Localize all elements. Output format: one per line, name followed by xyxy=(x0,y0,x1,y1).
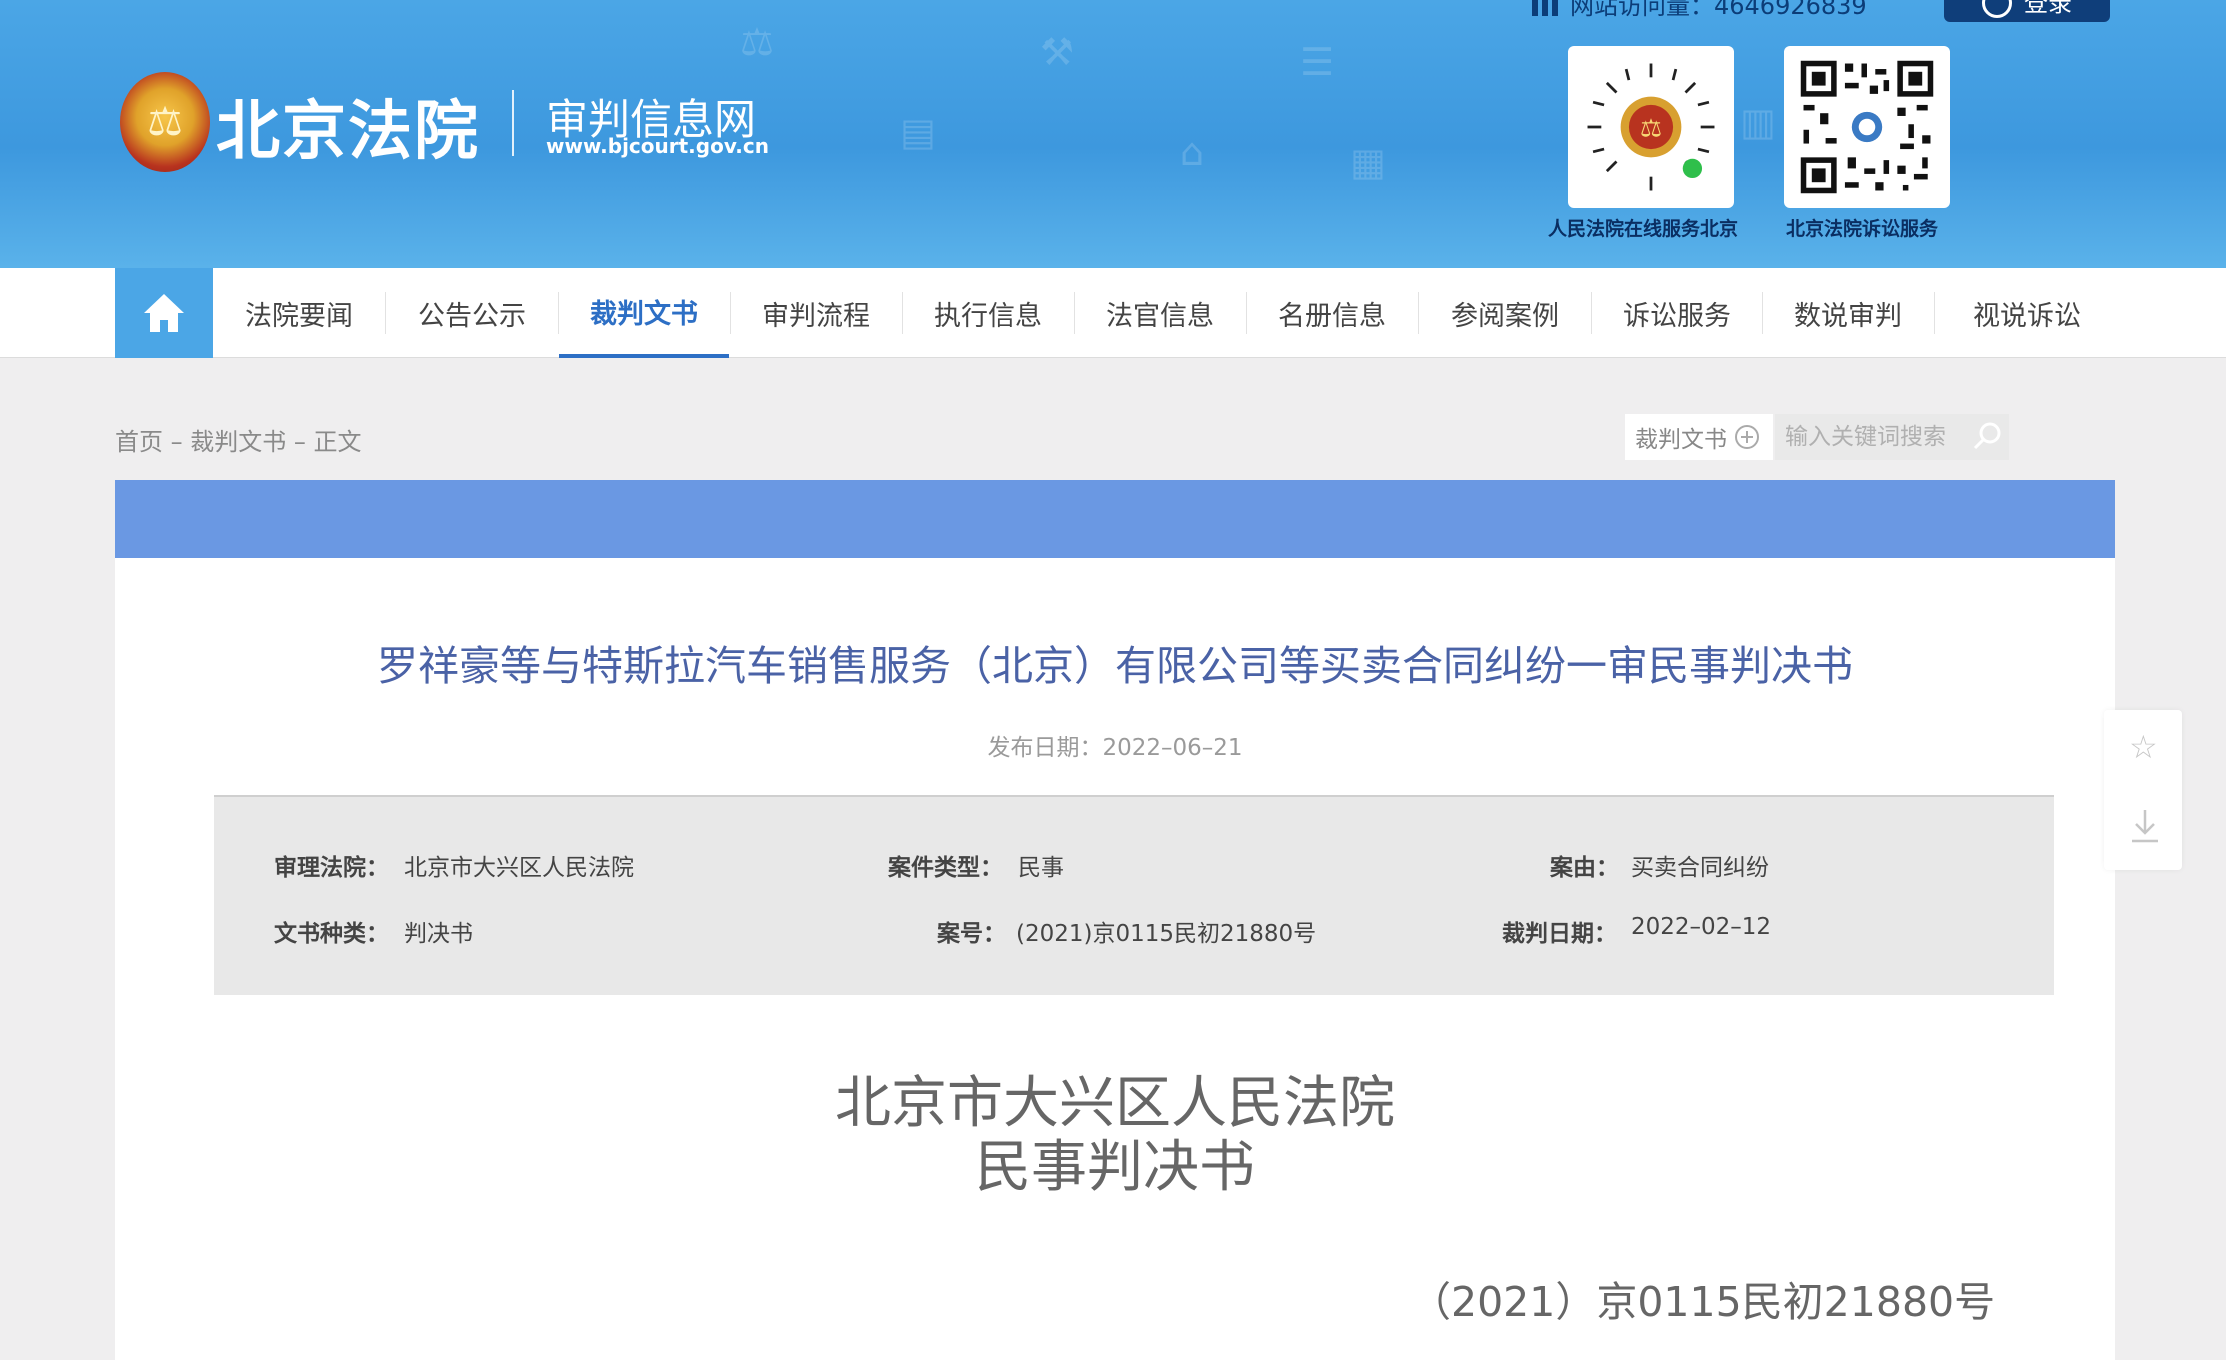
user-icon xyxy=(1982,0,2012,18)
court-label: 审理法院： xyxy=(274,855,389,881)
document-type-heading: 民事判决书 xyxy=(975,1135,1255,1200)
breadcrumb[interactable]: 首页 – 裁判文书 – 正文 xyxy=(115,422,362,457)
search-category-label: 裁判文书 xyxy=(1635,427,1727,453)
home-icon xyxy=(144,294,184,332)
nav-item-trial-process[interactable]: 审判流程 xyxy=(731,268,901,358)
bar-chart-icon xyxy=(1532,0,1558,16)
case-type-label: 案件类型： xyxy=(888,855,1003,881)
nav-item-judges[interactable]: 法官信息 xyxy=(1075,268,1245,358)
court-value: 北京市大兴区人民法院 xyxy=(404,855,634,881)
download-icon[interactable] xyxy=(2130,808,2160,844)
wechat-mini-program-code-icon: ⚖ xyxy=(1584,60,1718,194)
nav-item-reference-cases[interactable]: 参阅案例 xyxy=(1419,268,1591,358)
visit-counter: 网站访问量：4646926839 xyxy=(1532,0,1867,21)
cause-value: 买卖合同纠纷 xyxy=(1631,855,1769,881)
gavel-icon: ⚒ xyxy=(1040,30,1075,74)
publish-date: 发布日期：2022–06–21 xyxy=(987,735,1243,761)
home-button[interactable] xyxy=(115,268,213,358)
nav-item-judgments[interactable]: 裁判文书 xyxy=(559,268,729,358)
case-number: （2021）京0115民初21880号 xyxy=(1410,1278,1996,1326)
nav-item-court-news[interactable]: 法院要闻 xyxy=(213,268,385,358)
login-button[interactable]: 登录 xyxy=(1944,0,2110,22)
case-type-value: 民事 xyxy=(1018,855,1064,881)
nav-item-enforcement[interactable]: 执行信息 xyxy=(903,268,1073,358)
building-icon: ⌂ xyxy=(1180,130,1205,174)
qr-code-icon xyxy=(1798,58,1936,196)
case-meta-panel xyxy=(214,795,2054,995)
nav-item-data-trials[interactable]: 数说审判 xyxy=(1763,268,1933,358)
case-no-label: 案号： xyxy=(937,921,1006,947)
search-category-select[interactable]: 裁判文书 xyxy=(1625,414,1773,460)
visit-counter-text: 网站访问量：4646926839 xyxy=(1570,0,1867,20)
doc-kind-label: 文书种类： xyxy=(274,921,389,947)
site-logo-text[interactable]: 北京法院 xyxy=(216,80,480,172)
case-no-value: (2021)京0115民初21880号 xyxy=(1016,921,1317,947)
nav-item-litigation-services[interactable]: 诉讼服务 xyxy=(1592,268,1762,358)
plus-circle-icon xyxy=(1735,425,1759,449)
court-heading: 北京市大兴区人民法院 xyxy=(835,1071,1395,1136)
qr-code-online-service[interactable]: ⚖ xyxy=(1568,46,1734,208)
login-label: 登录 xyxy=(2024,0,2072,17)
document-header-band xyxy=(115,480,2115,558)
logo-divider xyxy=(512,90,514,156)
nav-item-announcements[interactable]: 公告公示 xyxy=(386,268,558,358)
list-icon: ☰ xyxy=(1300,40,1335,84)
star-icon[interactable]: ☆ xyxy=(2129,728,2158,766)
scale-icon: ⚖ xyxy=(740,20,775,64)
judgment-date-value: 2022–02–12 xyxy=(1631,914,1772,940)
chart-icon: ▥ xyxy=(1740,100,1776,144)
search-icon[interactable] xyxy=(1972,420,2004,452)
site-url: www.bjcourt.gov.cn xyxy=(546,134,769,158)
document-icon: ▤ xyxy=(900,110,936,154)
doc-kind-value: 判决书 xyxy=(404,921,473,947)
nav-item-rosters[interactable]: 名册信息 xyxy=(1247,268,1417,358)
qr-caption-litigation-service: 北京法院诉讼服务 xyxy=(1786,218,1939,240)
cause-label: 案由： xyxy=(1550,855,1619,881)
qr-caption-online-service: 人民法院在线服务北京 xyxy=(1548,218,1739,240)
book-icon: ▦ xyxy=(1350,140,1386,184)
document-title: 罗祥豪等与特斯拉汽车销售服务（北京）有限公司等买卖合同纠纷一审民事判决书 xyxy=(377,642,1853,690)
court-emblem-logo[interactable]: ⚖ xyxy=(120,72,210,172)
qr-code-litigation-service[interactable] xyxy=(1784,46,1950,208)
judgment-date-label: 裁判日期： xyxy=(1502,921,1617,947)
nav-item-video-litigation[interactable]: 视说诉讼 xyxy=(1935,268,2119,358)
svg-text:⚖: ⚖ xyxy=(1640,114,1662,143)
